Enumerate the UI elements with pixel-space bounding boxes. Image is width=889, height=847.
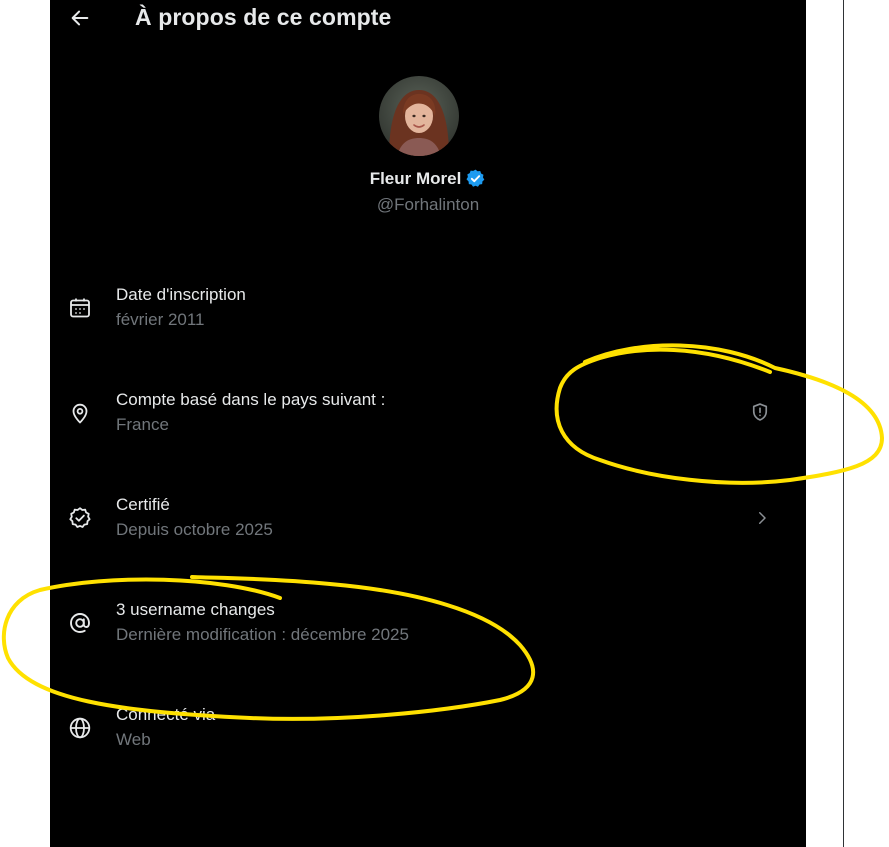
username-changes-label: 3 username changes: [116, 600, 275, 619]
join-date-label: Date d'inscription: [116, 285, 246, 304]
info-row-verified[interactable]: Certifié Depuis octobre 2025: [50, 465, 806, 569]
profile-name: Fleur Morel: [369, 168, 462, 188]
location-pin-icon: [67, 400, 93, 426]
verified-check-icon: [67, 505, 93, 531]
at-sign-icon: [67, 610, 93, 636]
account-info-panel: À propos de ce compte Fleur Morel @Forha…: [50, 0, 844, 847]
avatar-photo: [379, 76, 459, 156]
page-title: À propos de ce compte: [135, 4, 392, 30]
profile-name-row: Fleur Morel: [50, 168, 806, 189]
connected-via-label: Connecté via: [116, 705, 216, 724]
info-row-username-changes: 3 username changes Dernière modification…: [50, 570, 806, 674]
calendar-icon: [67, 295, 93, 321]
connected-via-value: Web: [116, 730, 151, 749]
country-label: Compte basé dans le pays suivant :: [116, 390, 386, 409]
verified-badge-icon: [466, 169, 485, 187]
globe-icon: [67, 715, 93, 741]
country-value: France: [116, 415, 169, 434]
verified-value: Depuis octobre 2025: [116, 520, 273, 539]
shield-alert-icon[interactable]: [750, 402, 770, 422]
profile-handle: @Forhalinton: [376, 195, 480, 214]
back-button[interactable]: [68, 6, 92, 30]
join-date-value: février 2011: [116, 310, 205, 329]
chevron-right-icon: [752, 508, 772, 528]
info-row-connected-via: Connecté via Web: [50, 675, 806, 779]
avatar[interactable]: [379, 76, 459, 156]
panel-divider: [843, 0, 844, 847]
arrow-left-icon: [71, 10, 89, 26]
verified-label: Certifié: [116, 495, 170, 514]
username-changes-value: Dernière modification : décembre 2025: [116, 625, 409, 644]
info-row-country: Compte basé dans le pays suivant : Franc…: [50, 360, 806, 464]
info-row-join-date: Date d'inscription février 2011: [50, 255, 806, 359]
